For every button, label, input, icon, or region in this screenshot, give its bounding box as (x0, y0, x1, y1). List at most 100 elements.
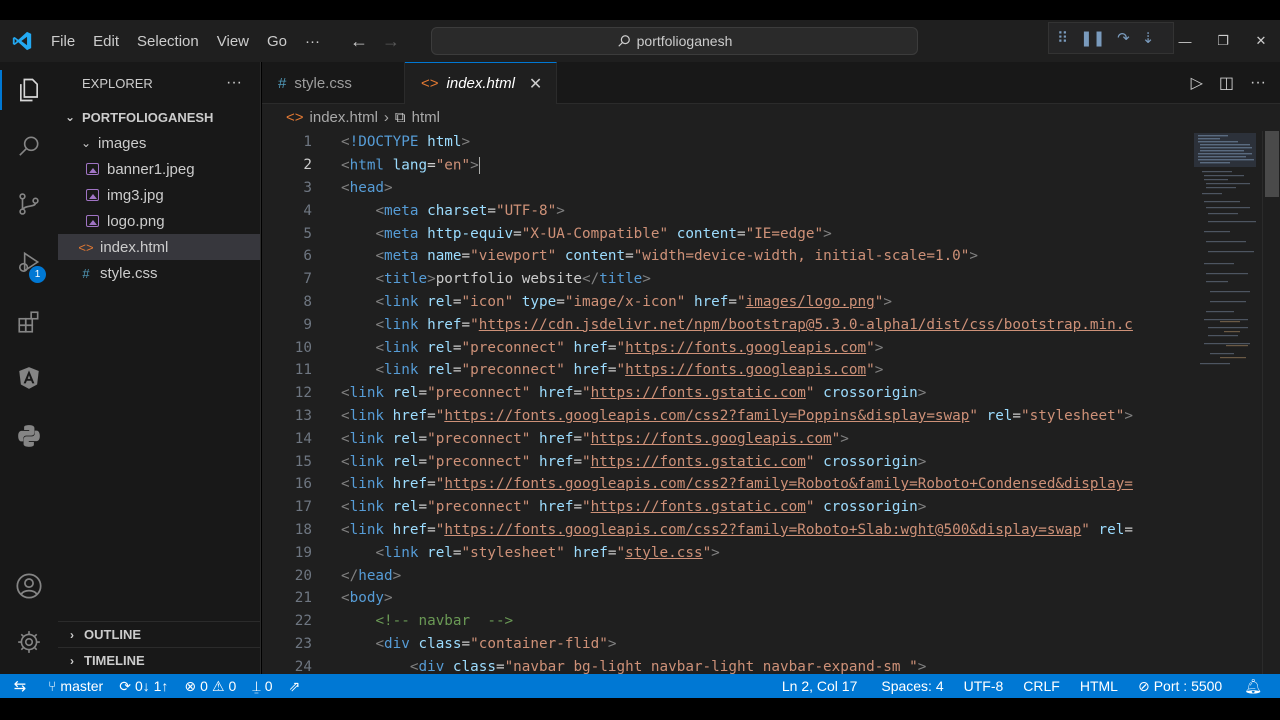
tree-file-banner1[interactable]: banner1.jpeg (58, 156, 260, 182)
code-line[interactable]: 9 <link href="https://cdn.jsdelivr.net/n… (262, 313, 1190, 336)
code-line[interactable]: 22 <!-- navbar --> (262, 610, 1190, 633)
minimize-icon[interactable]: — (1166, 20, 1204, 62)
close-tab-icon[interactable]: ✕ (529, 74, 542, 94)
tree-file-index-html[interactable]: <> index.html (58, 234, 260, 260)
workspace-root[interactable]: ⌄ PORTFOLIOGANESH (58, 104, 260, 130)
indentation[interactable]: Spaces: 4 (865, 674, 951, 698)
notifications-bell-icon[interactable]: 🔔︎ (1230, 674, 1270, 698)
tab-index-html[interactable]: <> index.html ✕ (405, 62, 558, 104)
code-line[interactable]: 23 <div class="container-flid"> (262, 633, 1190, 656)
code-line[interactable]: 14 <link rel="preconnect" href="https://f… (262, 427, 1190, 450)
minimap[interactable] (1190, 131, 1262, 431)
live-server[interactable]: ⊘ Port : 5500 (1126, 674, 1230, 698)
menu-go[interactable]: Go (258, 20, 296, 62)
code-line[interactable]: 24 <div class="navbar bg-light navbar-li… (262, 655, 1190, 674)
code-line[interactable]: 3 <head> (262, 177, 1190, 200)
window-controls: — ❐ ✕ (1166, 20, 1280, 62)
live-server-label: Port : 5500 (1153, 678, 1223, 694)
code-text: <!-- navbar --> (375, 613, 514, 630)
html-file-icon: <> (286, 108, 304, 126)
line-number: 23 (294, 635, 312, 652)
pause-icon[interactable]: ❚❚ (1080, 29, 1105, 47)
vertical-scrollbar[interactable] (1262, 131, 1280, 674)
problems-indicator[interactable]: ⊗ 0 ⚠ 0 (176, 674, 244, 698)
outline-section[interactable]: › OUTLINE (58, 621, 261, 647)
run-icon[interactable]: ▷ (1191, 73, 1203, 93)
code-line[interactable]: 4 <meta charset="UTF-8"> (262, 199, 1190, 222)
menu-selection[interactable]: Selection (128, 20, 208, 62)
restore-icon[interactable]: ❐ (1204, 20, 1242, 62)
menu-more[interactable]: ··· (296, 20, 329, 62)
code-line[interactable]: 1 <!DOCTYPE html> (262, 131, 1190, 154)
html-file-icon: <> (421, 75, 439, 92)
code-line[interactable]: 19 <link rel="stylesheet" href="style.cs… (262, 541, 1190, 564)
code-line[interactable]: 5 <meta http-equiv="X-UA-Compatible" con… (262, 222, 1190, 245)
code-text: <link rel="preconnect" href="https://fon… (341, 430, 849, 447)
code-line[interactable]: 2 <html lang="en"> (262, 154, 1190, 177)
drag-handle-icon[interactable]: ⠿ (1057, 29, 1068, 47)
git-sync[interactable]: ⟳ 0↓ 1↑ (111, 674, 176, 698)
git-branch-label: master (60, 678, 104, 694)
explorer-icon[interactable] (0, 66, 58, 114)
python-icon[interactable] (0, 412, 58, 460)
language-mode[interactable]: HTML (1068, 674, 1126, 698)
end-of-line[interactable]: CRLF (1011, 674, 1068, 698)
tab-style-css[interactable]: # style.css (262, 62, 405, 104)
tree-file-style-css[interactable]: # style.css (58, 260, 260, 286)
code-line[interactable]: 10 <link rel="preconnect" href="https://… (262, 336, 1190, 359)
run-debug-icon[interactable]: 1 (0, 238, 58, 286)
code-line[interactable]: 13 <link href="https://fonts.googleapis.c… (262, 405, 1190, 428)
image-file-icon (86, 215, 99, 227)
menu-file[interactable]: File (44, 20, 84, 62)
code-line[interactable]: 18 <link href="https://fonts.googleapis.c… (262, 519, 1190, 542)
manage-gear-icon[interactable] (0, 618, 58, 666)
live-share-icon[interactable]: ⇗ (281, 674, 309, 698)
search-icon[interactable] (0, 122, 58, 170)
go-back-icon[interactable]: ← (349, 31, 369, 52)
tree-file-logo[interactable]: logo.png (58, 208, 260, 234)
breadcrumb-symbol[interactable]: html (412, 109, 440, 126)
menu-edit[interactable]: Edit (84, 20, 128, 62)
broadcast-icon: ⍊ (252, 677, 261, 694)
ports-indicator[interactable]: ⍊ 0 (244, 674, 280, 698)
step-over-icon[interactable]: ↷ (1117, 29, 1130, 47)
breadcrumb-file[interactable]: index.html (310, 109, 378, 126)
encoding[interactable]: UTF-8 (952, 674, 1012, 698)
code-line[interactable]: 7 <title>portfolio website</title> (262, 268, 1190, 291)
letterbox-top (0, 0, 1280, 20)
angular-icon[interactable] (0, 354, 58, 402)
timeline-section[interactable]: › TIMELINE (58, 647, 261, 673)
code-line[interactable]: 11 <link rel="preconnect" href="https://… (262, 359, 1190, 382)
git-branch[interactable]: ⑂ master (40, 674, 111, 698)
code-line[interactable]: 15 <link rel="preconnect" href="https://f… (262, 450, 1190, 473)
remote-indicator-icon[interactable]: ⇆ (0, 674, 40, 698)
code-line[interactable]: 21 <body> (262, 587, 1190, 610)
close-window-icon[interactable]: ✕ (1242, 20, 1280, 62)
menu-view[interactable]: View (208, 20, 258, 62)
code-text: <!DOCTYPE html> (341, 134, 471, 151)
split-editor-icon[interactable]: ◫ (1219, 73, 1234, 93)
chevron-right-icon: › (70, 627, 74, 642)
code-line[interactable]: 20 </head> (262, 564, 1190, 587)
code-line[interactable]: 6 <meta name="viewport" content="width=d… (262, 245, 1190, 268)
extensions-icon[interactable] (0, 298, 58, 346)
tree-file-img3[interactable]: img3.jpg (58, 182, 260, 208)
step-into-icon[interactable]: ⇣ (1142, 29, 1155, 47)
code-text: </head> (341, 567, 402, 584)
code-line[interactable]: 16 <link href="https://fonts.googleapis.c… (262, 473, 1190, 496)
html-file-icon: <> (78, 239, 94, 255)
account-icon[interactable] (0, 562, 58, 610)
command-center-search[interactable]: portfolioganesh (431, 27, 918, 55)
cursor-position[interactable]: Ln 2, Col 17 (774, 674, 866, 698)
scrollbar-thumb[interactable] (1265, 131, 1279, 197)
code-line[interactable]: 12 <link rel="preconnect" href="https://f… (262, 382, 1190, 405)
tree-folder-images[interactable]: ⌄ images (58, 130, 260, 156)
more-actions-icon[interactable]: ··· (1250, 74, 1266, 92)
code-line[interactable]: 8 <link rel="icon" type="image/x-icon" h… (262, 291, 1190, 314)
explorer-more-icon[interactable]: ··· (226, 74, 242, 92)
source-control-icon[interactable] (0, 180, 58, 228)
code-line[interactable]: 17 <link rel="preconnect" href="https://f… (262, 496, 1190, 519)
go-forward-icon[interactable]: → (381, 31, 401, 52)
code-editor[interactable]: 1 <!DOCTYPE html> 2 <html lang="en"> 3 <head>… (262, 131, 1190, 674)
chevron-down-icon: ⌄ (80, 136, 92, 150)
